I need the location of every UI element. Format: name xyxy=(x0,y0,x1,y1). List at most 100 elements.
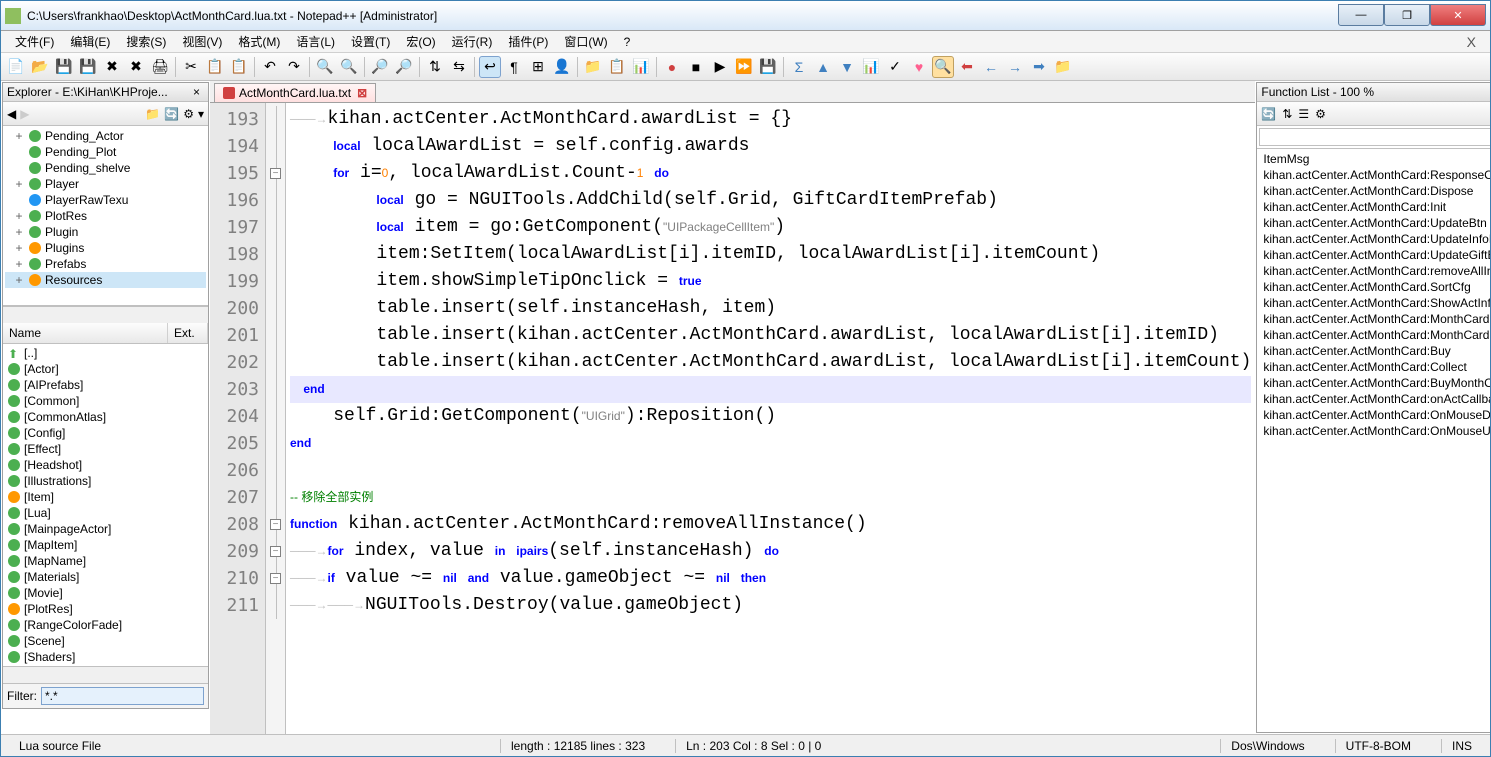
indent-guide-icon[interactable]: ⊞ xyxy=(527,56,549,78)
find-icon[interactable]: 🔍 xyxy=(314,56,336,78)
maximize-button[interactable]: ❐ xyxy=(1384,4,1430,26)
zoom-in-icon[interactable]: 🔎 xyxy=(369,56,391,78)
tree-item[interactable]: +Player xyxy=(5,176,206,192)
close-button[interactable]: ✕ xyxy=(1430,4,1486,26)
list-item[interactable]: [Materials] xyxy=(4,569,207,585)
menu-macro[interactable]: 宏(O) xyxy=(398,31,443,52)
show-all-chars-icon[interactable]: ¶ xyxy=(503,56,525,78)
list-item[interactable]: [AIPrefabs] xyxy=(4,377,207,393)
replace-icon[interactable]: 🔍 xyxy=(338,56,360,78)
tab-close-icon[interactable]: ⊠ xyxy=(357,86,367,100)
list-item[interactable]: [Config] xyxy=(4,425,207,441)
function-item[interactable]: kihan.actCenter.ActMonthCard:OnMouseDown… xyxy=(1259,407,1490,423)
menu-run[interactable]: 运行(R) xyxy=(444,31,501,52)
refresh-icon[interactable]: 🔄 xyxy=(164,107,179,121)
redo-icon[interactable]: ↷ xyxy=(283,56,305,78)
tree-item[interactable]: Pending_Plot xyxy=(5,144,206,160)
function-search-input[interactable] xyxy=(1259,128,1490,146)
function-item[interactable]: kihan.actCenter.ActMonthCard:OnMouseUpBu… xyxy=(1259,423,1490,439)
forward2-icon[interactable]: ➡ xyxy=(1028,56,1050,78)
list-item[interactable]: [RangeColorFade] xyxy=(4,617,207,633)
menu-help[interactable]: ? xyxy=(616,33,639,51)
function-item[interactable]: kihan.actCenter.ActMonthCard:MonthCardBu… xyxy=(1259,327,1490,343)
list-item[interactable]: [Lua] xyxy=(4,505,207,521)
stop-macro-icon[interactable]: ■ xyxy=(685,56,707,78)
list-item[interactable]: [Scene] xyxy=(4,633,207,649)
reload-icon[interactable]: 🔄 xyxy=(1261,107,1276,121)
sync-h-icon[interactable]: ⇆ xyxy=(448,56,470,78)
new-file-icon[interactable]: 📄 xyxy=(5,56,27,78)
list-item[interactable]: [Shaders] xyxy=(4,649,207,665)
menu-edit[interactable]: 编辑(E) xyxy=(62,31,118,52)
tree-item[interactable]: +Plugins xyxy=(5,240,206,256)
play-macro-icon[interactable]: ▶ xyxy=(709,56,731,78)
tree-item[interactable]: +Pending_Actor xyxy=(5,128,206,144)
tree-item[interactable]: +Resources xyxy=(5,272,206,288)
list-scrollbar-h[interactable] xyxy=(3,666,208,683)
next-icon[interactable]: ▶ xyxy=(20,107,29,121)
explorer-toggle-icon[interactable]: Σ xyxy=(788,56,810,78)
function-list[interactable]: ItemMsgkihan.actCenter.ActMonthCard:Resp… xyxy=(1257,149,1490,732)
function-item[interactable]: kihan.actCenter.ActMonthCard:MonthCardCl… xyxy=(1259,311,1490,327)
play-multi-icon[interactable]: ⏩ xyxy=(733,56,755,78)
explorer-icon[interactable]: 🔍 xyxy=(932,56,954,78)
function-item[interactable]: kihan.actCenter.ActMonthCard:onActCallba… xyxy=(1259,391,1490,407)
user-lang-icon[interactable]: 👤 xyxy=(551,56,573,78)
list-item[interactable]: [Common] xyxy=(4,393,207,409)
list-item[interactable]: [PlotRes] xyxy=(4,601,207,617)
doc-map-icon[interactable]: 📊 xyxy=(630,56,652,78)
zoom-out-icon[interactable]: 🔎 xyxy=(393,56,415,78)
list-item[interactable]: [MapItem] xyxy=(4,537,207,553)
function-item[interactable]: kihan.actCenter.ActMonthCard:removeAllIn… xyxy=(1259,263,1490,279)
tree-item[interactable]: PlayerRawTexu xyxy=(5,192,206,208)
function-item[interactable]: kihan.actCenter.ActMonthCard:UpdateGiftB… xyxy=(1259,247,1490,263)
save-macro-icon[interactable]: 💾 xyxy=(757,56,779,78)
title-bar[interactable]: C:\Users\frankhao\Desktop\ActMonthCard.l… xyxy=(1,1,1490,31)
function-item[interactable]: kihan.actCenter.ActMonthCard:Collect xyxy=(1259,359,1490,375)
function-item[interactable]: kihan.actCenter.ActMonthCard:Init xyxy=(1259,199,1490,215)
list-item[interactable]: [Effect] xyxy=(4,441,207,457)
menu-format[interactable]: 格式(M) xyxy=(230,31,288,52)
open-file-icon[interactable]: 📂 xyxy=(29,56,51,78)
function-item[interactable]: kihan.actCenter.ActMonthCard:BuyMonthCar… xyxy=(1259,375,1490,391)
settings-icon[interactable]: ⚙ xyxy=(183,107,194,121)
col-ext[interactable]: Ext. xyxy=(168,323,208,343)
nav-down-icon[interactable]: ▼ xyxy=(836,56,858,78)
undo-icon[interactable]: ↶ xyxy=(259,56,281,78)
paste-icon[interactable]: 📋 xyxy=(228,56,250,78)
col-name[interactable]: Name xyxy=(3,323,168,343)
menu-file[interactable]: 文件(F) xyxy=(7,31,62,52)
menu-settings[interactable]: 设置(T) xyxy=(343,31,398,52)
close-file-icon[interactable]: ✖ xyxy=(101,56,123,78)
tree-scrollbar-h[interactable] xyxy=(3,306,208,323)
prev-icon[interactable]: ◀ xyxy=(7,107,16,121)
menu-plugins[interactable]: 插件(P) xyxy=(500,31,556,52)
list-item[interactable]: [Illustrations] xyxy=(4,473,207,489)
function-item[interactable]: kihan.actCenter.ActMonthCard:Dispose xyxy=(1259,183,1490,199)
explorer-close-icon[interactable]: × xyxy=(189,85,204,99)
back-icon[interactable]: ← xyxy=(980,56,1002,78)
tab-actmonthcard[interactable]: ActMonthCard.lua.txt ⊠ xyxy=(214,83,376,102)
function-item[interactable]: kihan.actCenter.ActMonthCard:UpdateInfoD… xyxy=(1259,231,1490,247)
nav-up-icon[interactable]: ▲ xyxy=(812,56,834,78)
tree-item[interactable]: +PlotRes xyxy=(5,208,206,224)
misc-icon[interactable]: 📁 xyxy=(1052,56,1074,78)
function-item[interactable]: kihan.actCenter.ActMonthCard:UpdateBtn xyxy=(1259,215,1490,231)
preferences-icon[interactable]: ⚙ xyxy=(1315,107,1326,121)
fold-column[interactable] xyxy=(266,103,286,734)
function-item[interactable]: kihan.actCenter.ActMonthCard:ResponseCal… xyxy=(1259,167,1490,183)
list-item[interactable]: [CommonAtlas] xyxy=(4,409,207,425)
close-all-icon[interactable]: ✖ xyxy=(125,56,147,78)
file-list[interactable]: ⬆[..][Actor][AIPrefabs][Common][CommonAt… xyxy=(3,344,208,666)
folder-icon[interactable]: 📁 xyxy=(582,56,604,78)
menu-search[interactable]: 搜索(S) xyxy=(118,31,174,52)
dropdown-icon[interactable]: ▾ xyxy=(198,107,204,121)
function-item[interactable]: kihan.actCenter.ActMonthCard:ShowActInfo xyxy=(1259,295,1490,311)
tree-item[interactable]: +Plugin xyxy=(5,224,206,240)
cut-icon[interactable]: ✂ xyxy=(180,56,202,78)
code-editor[interactable]: 193 194 195 196 197 198 199 200 201 202 … xyxy=(210,103,1255,734)
tree-item[interactable]: Pending_shelve xyxy=(5,160,206,176)
save-all-icon[interactable]: 💾 xyxy=(77,56,99,78)
function-item[interactable]: ItemMsg xyxy=(1259,151,1490,167)
list-item[interactable]: [MainpageActor] xyxy=(4,521,207,537)
